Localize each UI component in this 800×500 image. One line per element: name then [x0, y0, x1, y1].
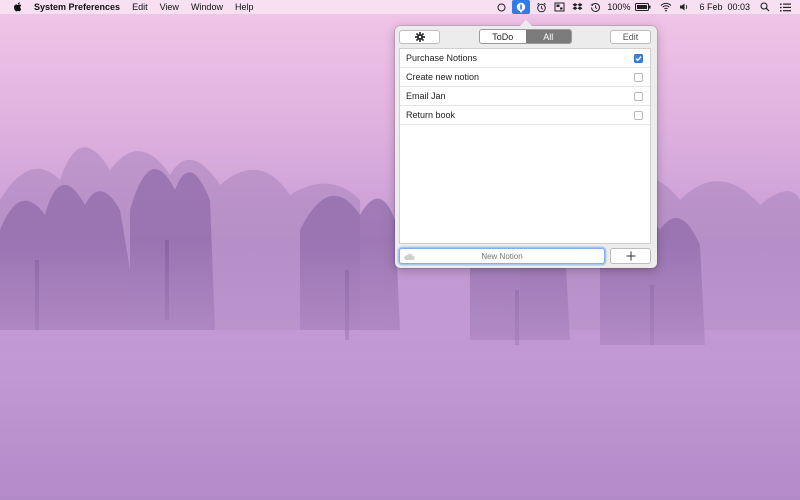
apple-menu-icon[interactable] — [12, 1, 24, 13]
segment-all[interactable]: All — [525, 30, 571, 43]
screen-icon[interactable] — [552, 0, 566, 14]
clock-date[interactable]: 6 Feb — [699, 0, 722, 14]
list-item[interactable]: Return book — [400, 106, 650, 125]
app-menu[interactable]: System Preferences — [34, 0, 120, 14]
battery-percentage: 100% — [607, 2, 631, 12]
item-checkbox[interactable] — [634, 91, 643, 101]
circle-icon[interactable] — [494, 0, 508, 14]
item-checkbox[interactable] — [634, 53, 643, 63]
cloud-icon — [404, 253, 415, 261]
menu-edit[interactable]: Edit — [132, 0, 148, 14]
add-notion-button[interactable] — [610, 248, 651, 264]
list-item[interactable]: Purchase Notions — [400, 49, 650, 68]
dropbox-icon[interactable] — [570, 0, 584, 14]
wifi-icon[interactable] — [659, 0, 673, 14]
list-item-label: Email Jan — [406, 91, 446, 101]
menu-bar: System Preferences Edit View Window Help… — [0, 0, 800, 14]
new-notion-input[interactable] — [399, 248, 605, 264]
status-area: 100% 6 Feb 00:03 — [490, 0, 792, 14]
settings-button[interactable] — [399, 30, 440, 44]
battery-icon[interactable] — [634, 0, 652, 14]
list-item[interactable]: Email Jan — [400, 87, 650, 106]
filter-segmented-control: ToDo All — [479, 29, 572, 44]
notions-icon[interactable] — [512, 0, 531, 14]
notions-list: Purchase Notions Create new notion Email… — [399, 48, 651, 244]
list-item-label: Purchase Notions — [406, 53, 478, 63]
edit-button[interactable]: Edit — [610, 30, 651, 44]
time-machine-icon[interactable] — [588, 0, 602, 14]
segment-todo[interactable]: ToDo — [480, 30, 526, 43]
menu-view[interactable]: View — [160, 0, 179, 14]
list-item-label: Return book — [406, 110, 456, 120]
notions-popover: ToDo All Edit Purchase Notions Create ne… — [395, 20, 657, 268]
alarm-icon[interactable] — [534, 0, 548, 14]
gear-icon — [414, 32, 425, 42]
menu-window[interactable]: Window — [191, 0, 223, 14]
volume-icon[interactable] — [677, 0, 691, 14]
list-item[interactable]: Create new notion — [400, 68, 650, 87]
list-item-label: Create new notion — [406, 72, 480, 82]
item-checkbox[interactable] — [634, 110, 643, 120]
menu-help[interactable]: Help — [235, 0, 254, 14]
notification-center-icon[interactable] — [778, 0, 792, 14]
popover-arrow — [519, 20, 533, 27]
clock-time[interactable]: 00:03 — [727, 0, 750, 14]
spotlight-icon[interactable] — [758, 0, 772, 14]
item-checkbox[interactable] — [634, 72, 643, 82]
plus-icon — [626, 251, 635, 261]
